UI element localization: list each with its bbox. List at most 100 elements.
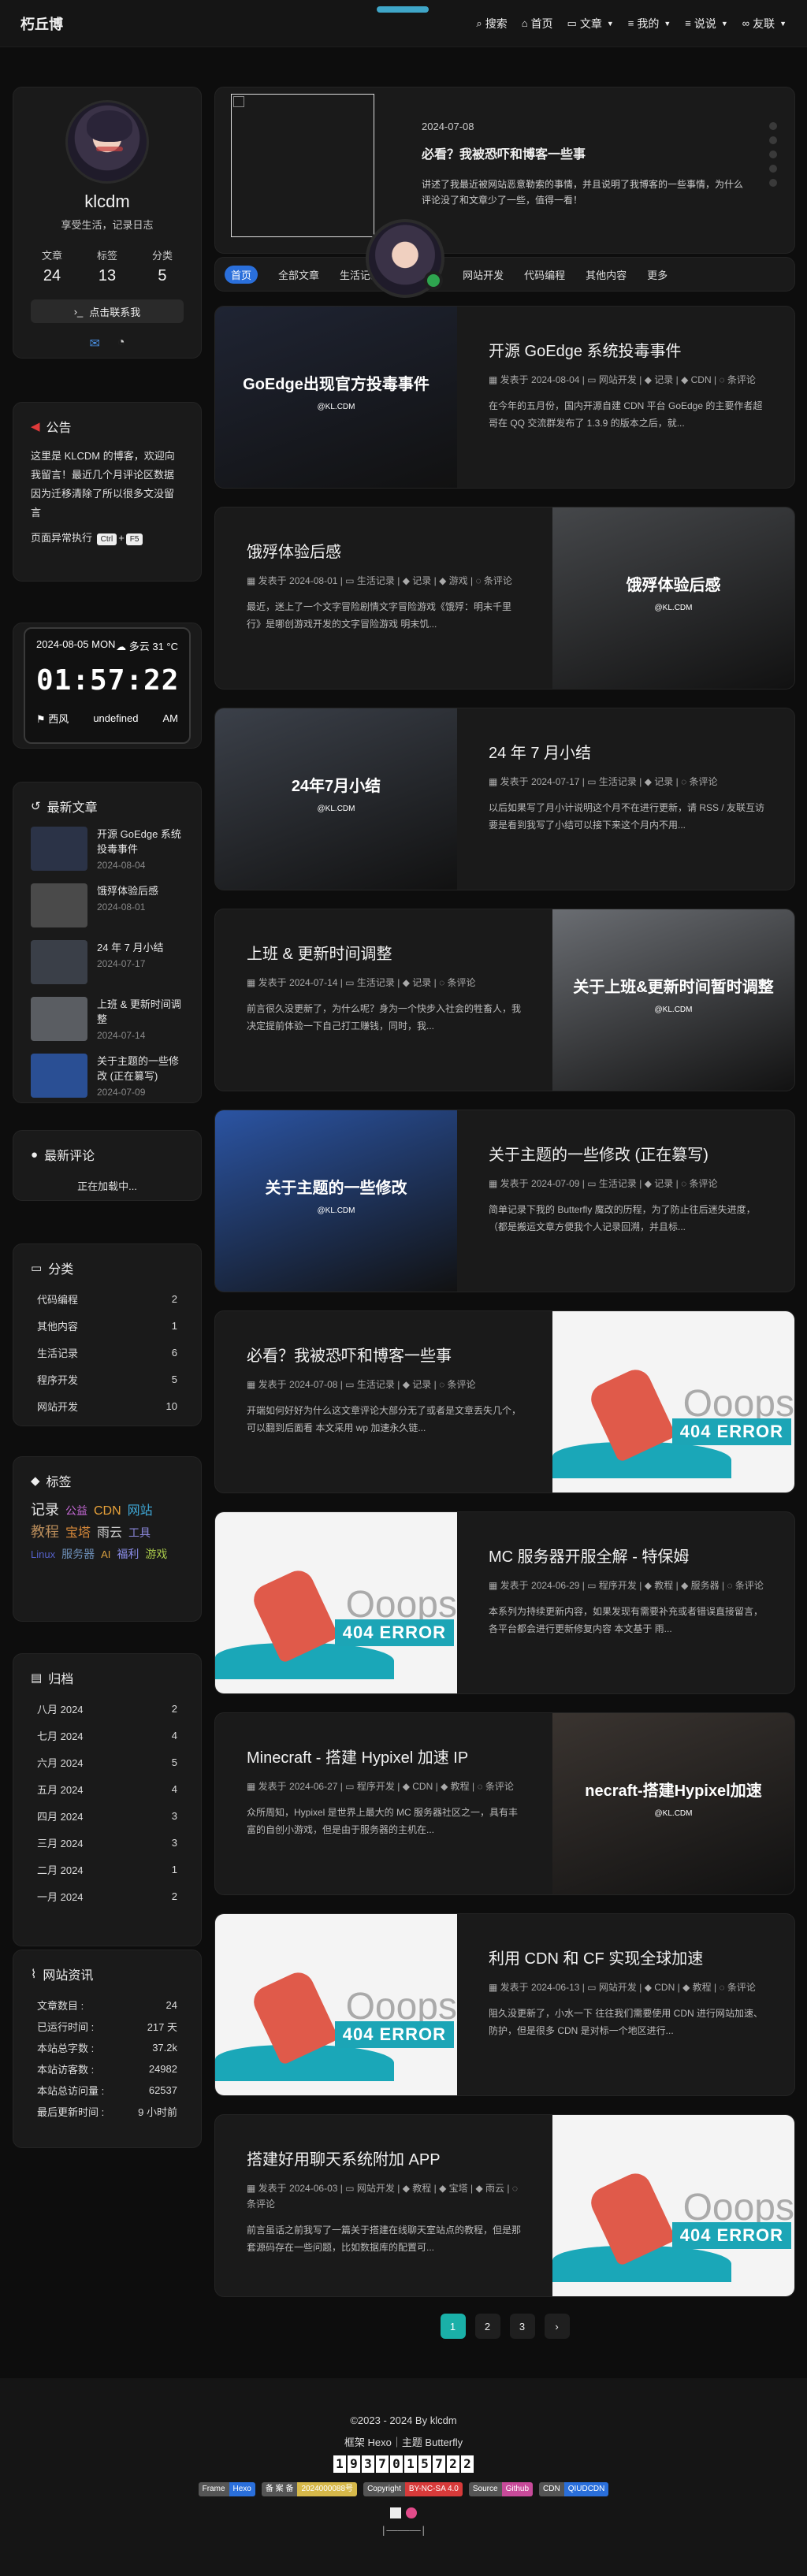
archive-item[interactable]: 七月 2024 4: [37, 1722, 177, 1749]
post-comments[interactable]: 条评论: [484, 575, 512, 586]
post-tag[interactable]: 记录: [654, 1178, 673, 1189]
featured-title[interactable]: 必看？我被恐吓和博客一些事: [422, 143, 745, 162]
page-button[interactable]: 1: [440, 2314, 466, 2339]
recent-post-item[interactable]: 上班 & 更新时间调整 2024-07-14: [31, 997, 184, 1043]
post-title[interactable]: 饿殍体验后感: [247, 539, 523, 562]
post-category[interactable]: 程序开发: [599, 1580, 637, 1591]
nav-item-0[interactable]: ⌕ 搜索: [476, 16, 507, 32]
post-card[interactable]: 必看？我被恐吓和博客一些事 ▦ 发表于 2024-07-08 | ▭ 生活记录 |…: [214, 1310, 795, 1493]
post-comments[interactable]: 条评论: [727, 374, 756, 385]
category-tab[interactable]: 代码编程: [524, 267, 565, 282]
post-title[interactable]: Minecraft - 搭建 Hypixel 加速 IP: [247, 1745, 523, 1768]
footer-badge[interactable]: 备 案 备 2024000088号: [261, 2482, 358, 2496]
stat-2[interactable]: 分类 5: [152, 247, 173, 285]
next-page-button[interactable]: ›: [544, 2314, 570, 2339]
recent-post-thumbnail[interactable]: [31, 883, 87, 927]
post-title[interactable]: 开源 GoEdge 系统投毒事件: [489, 338, 764, 361]
post-cover-image[interactable]: 关于上班&更新时间暂时调整 @KL.CDM: [552, 909, 794, 1091]
post-card[interactable]: Ooops 404 ERROR 利用 CDN 和 CF 实现全球加速 ▦ 发表于 20…: [214, 1913, 795, 2096]
tag-item[interactable]: 服务器: [61, 1544, 95, 1564]
category-tab[interactable]: 全部文章: [278, 267, 319, 282]
tag-item[interactable]: 网站: [128, 1501, 153, 1522]
recent-post-item[interactable]: 24 年 7 月小结 2024-07-17: [31, 940, 184, 986]
post-title[interactable]: 关于主题的一些修改 (正在篡写): [489, 1142, 764, 1165]
post-card[interactable]: Minecraft - 搭建 Hypixel 加速 IP ▦ 发表于 2024-0…: [214, 1712, 795, 1895]
post-tag[interactable]: 服务器: [691, 1580, 720, 1591]
tag-item[interactable]: 教程: [31, 1522, 59, 1542]
post-cover-image[interactable]: 24年7月小结 @KL.CDM: [215, 708, 457, 890]
footer-badge[interactable]: CDN QIUDCDN: [539, 2482, 609, 2496]
stat-1[interactable]: 标签 13: [97, 247, 117, 285]
archive-item[interactable]: 五月 2024 4: [37, 1775, 177, 1802]
recent-post-title[interactable]: 24 年 7 月小结: [97, 940, 164, 955]
stat-0[interactable]: 文章 24: [42, 247, 62, 285]
post-category[interactable]: 程序开发: [357, 1781, 395, 1792]
post-tag[interactable]: 教程: [412, 2183, 431, 2194]
archive-item[interactable]: 三月 2024 3: [37, 1829, 177, 1856]
post-category[interactable]: 生活记录: [357, 977, 395, 988]
recent-post-thumbnail[interactable]: [31, 827, 87, 871]
tag-item[interactable]: 宝塔: [65, 1523, 91, 1544]
recent-post-thumbnail[interactable]: [31, 1054, 87, 1098]
post-title[interactable]: 利用 CDN 和 CF 实现全球加速: [489, 1946, 764, 1968]
nav-item-3[interactable]: ≡ 我的 ▼: [628, 16, 671, 32]
post-tag[interactable]: CDN: [691, 374, 712, 385]
category-item[interactable]: 网站开发 10: [37, 1392, 177, 1419]
post-comments[interactable]: 条评论: [448, 1379, 476, 1390]
post-cover-image[interactable]: Ooops 404 ERROR: [552, 1311, 794, 1492]
tag-item[interactable]: AI: [101, 1544, 110, 1565]
nav-item-5[interactable]: ∞ 友联 ▼: [742, 16, 787, 32]
post-comments[interactable]: 条评论: [690, 1178, 718, 1189]
page-button[interactable]: 2: [474, 2314, 500, 2339]
category-item[interactable]: 其他内容 1: [37, 1312, 177, 1339]
post-category[interactable]: 网站开发: [599, 1982, 637, 1993]
center-avatar[interactable]: [366, 219, 444, 298]
tag-item[interactable]: 福利: [117, 1544, 139, 1564]
post-cover-image[interactable]: 饿殍体验后感 @KL.CDM: [552, 507, 794, 689]
nav-item-2[interactable]: ▭ 文章 ▼: [567, 16, 614, 32]
page-button[interactable]: 3: [509, 2314, 535, 2339]
post-card[interactable]: 关于主题的一些修改 @KL.CDM 关于主题的一些修改 (正在篡写) ▦ 发表于 20…: [214, 1110, 795, 1292]
nav-item-4[interactable]: ≡ 说说 ▼: [685, 16, 728, 32]
post-tag[interactable]: 游戏: [449, 575, 468, 586]
category-item[interactable]: 代码编程 2: [37, 1285, 177, 1312]
archive-item[interactable]: 一月 2024 2: [37, 1883, 177, 1909]
post-comments[interactable]: 条评论: [735, 1580, 764, 1591]
archive-item[interactable]: 二月 2024 1: [37, 1856, 177, 1883]
post-category[interactable]: 生活记录: [599, 1178, 637, 1189]
footer-badge[interactable]: Source Github: [468, 2482, 534, 2496]
contact-button[interactable]: ›_ 点击联系我: [31, 299, 184, 323]
post-card[interactable]: 饿殍体验后感 ▦ 发表于 2024-08-01 | ▭ 生活记录 | ◆ 记录 |…: [214, 507, 795, 690]
post-cover-image[interactable]: GoEdge出现官方投毒事件 @KL.CDM: [215, 307, 457, 488]
recent-post-title[interactable]: 关于主题的一些修改 (正在篡写): [97, 1054, 184, 1084]
post-comments[interactable]: 条评论: [690, 776, 718, 787]
post-card[interactable]: 上班 & 更新时间调整 ▦ 发表于 2024-07-14 | ▭ 生活记录 | ◆…: [214, 909, 795, 1091]
post-title[interactable]: 搭建好用聊天系统附加 APP: [247, 2147, 523, 2169]
post-tag[interactable]: 雨云: [485, 2183, 504, 2194]
post-title[interactable]: MC 服务器开服全解 - 特保姆: [489, 1544, 764, 1567]
post-tag[interactable]: 记录: [412, 977, 431, 988]
post-comments[interactable]: 条评论: [448, 977, 476, 988]
archive-item[interactable]: 八月 2024 2: [37, 1695, 177, 1722]
post-tag[interactable]: 教程: [654, 1580, 673, 1591]
post-cover-image[interactable]: Ooops 404 ERROR: [215, 1914, 457, 2095]
recent-post-item[interactable]: 饿殍体验后感 2024-08-01: [31, 883, 184, 929]
post-comments[interactable]: 条评论: [727, 1982, 756, 1993]
post-tag[interactable]: 教程: [693, 1982, 712, 1993]
post-tag[interactable]: CDN: [412, 1781, 433, 1792]
category-item[interactable]: 生活记录 6: [37, 1339, 177, 1366]
archive-item[interactable]: 六月 2024 5: [37, 1749, 177, 1775]
post-category[interactable]: 生活记录: [357, 1379, 395, 1390]
post-comments[interactable]: 条评论: [247, 2199, 275, 2210]
post-category[interactable]: 生活记录: [357, 575, 395, 586]
category-tab[interactable]: 首页: [225, 265, 258, 284]
post-card[interactable]: Ooops 404 ERROR MC 服务器开服全解 - 特保姆 ▦ 发表于 2024…: [214, 1511, 795, 1694]
post-category[interactable]: 生活记录: [599, 776, 637, 787]
post-card[interactable]: 24年7月小结 @KL.CDM 24 年 7 月小结 ▦ 发表于 2024-07-17…: [214, 708, 795, 890]
post-cover-image[interactable]: 关于主题的一些修改 @KL.CDM: [215, 1110, 457, 1292]
post-tag[interactable]: 记录: [412, 575, 431, 586]
post-cover-image[interactable]: necraft-搭建Hypixel加速 @KL.CDM: [552, 1713, 794, 1894]
recent-post-item[interactable]: 开源 GoEdge 系统投毒事件 2024-08-04: [31, 827, 184, 872]
post-tag[interactable]: 记录: [654, 374, 673, 385]
post-tag[interactable]: CDN: [654, 1982, 675, 1993]
